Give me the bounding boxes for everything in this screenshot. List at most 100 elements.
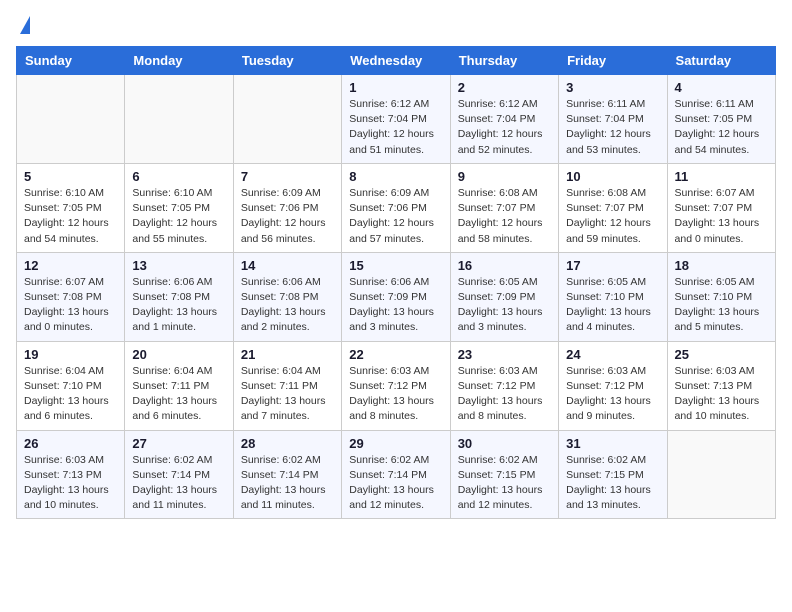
day-number: 21 [241, 347, 334, 362]
day-info: Sunrise: 6:06 AM Sunset: 7:08 PM Dayligh… [241, 275, 334, 336]
day-info: Sunrise: 6:02 AM Sunset: 7:15 PM Dayligh… [566, 453, 659, 514]
day-info: Sunrise: 6:10 AM Sunset: 7:05 PM Dayligh… [24, 186, 117, 247]
day-cell: 24 Sunrise: 6:03 AM Sunset: 7:12 PM Dayli… [559, 341, 667, 430]
day-number: 19 [24, 347, 117, 362]
weekday-header-friday: Friday [559, 47, 667, 75]
day-info: Sunrise: 6:10 AM Sunset: 7:05 PM Dayligh… [132, 186, 225, 247]
logo-arrow-icon [20, 16, 30, 34]
day-cell: 25Sunrise: 6:03 AM Sunset: 7:13 PM Dayli… [667, 341, 775, 430]
day-number: 22 [349, 347, 442, 362]
day-info: Sunrise: 6:07 AM Sunset: 7:07 PM Dayligh… [675, 186, 768, 247]
day-number: 23 [458, 347, 551, 362]
day-info: Sunrise: 6:03 AM Sunset: 7:12 PM Dayligh… [566, 364, 659, 425]
day-cell: 14 Sunrise: 6:06 AM Sunset: 7:08 PM Dayli… [233, 252, 341, 341]
day-info: Sunrise: 6:09 AM Sunset: 7:06 PM Dayligh… [349, 186, 442, 247]
day-number: 2 [458, 80, 551, 95]
day-number: 4 [675, 80, 768, 95]
day-number: 10 [566, 169, 659, 184]
day-cell: 29Sunrise: 6:02 AM Sunset: 7:14 PM Dayli… [342, 430, 450, 519]
week-row-3: 12 Sunrise: 6:07 AM Sunset: 7:08 PM Dayli… [17, 252, 776, 341]
day-cell [125, 75, 233, 164]
day-cell: 27 Sunrise: 6:02 AM Sunset: 7:14 PM Dayli… [125, 430, 233, 519]
weekday-header-thursday: Thursday [450, 47, 558, 75]
logo [16, 16, 30, 34]
day-number: 30 [458, 436, 551, 451]
day-info: Sunrise: 6:05 AM Sunset: 7:10 PM Dayligh… [675, 275, 768, 336]
day-info: Sunrise: 6:03 AM Sunset: 7:12 PM Dayligh… [349, 364, 442, 425]
week-row-5: 26 Sunrise: 6:03 AM Sunset: 7:13 PM Dayli… [17, 430, 776, 519]
week-row-1: 1 Sunrise: 6:12 AM Sunset: 7:04 PM Daylig… [17, 75, 776, 164]
day-cell: 8 Sunrise: 6:09 AM Sunset: 7:06 PM Daylig… [342, 163, 450, 252]
day-cell: 22 Sunrise: 6:03 AM Sunset: 7:12 PM Dayli… [342, 341, 450, 430]
day-cell: 1 Sunrise: 6:12 AM Sunset: 7:04 PM Daylig… [342, 75, 450, 164]
day-number: 16 [458, 258, 551, 273]
day-info: Sunrise: 6:09 AM Sunset: 7:06 PM Dayligh… [241, 186, 334, 247]
day-cell: 16 Sunrise: 6:05 AM Sunset: 7:09 PM Dayli… [450, 252, 558, 341]
day-cell: 23 Sunrise: 6:03 AM Sunset: 7:12 PM Dayli… [450, 341, 558, 430]
day-number: 18 [675, 258, 768, 273]
day-info: Sunrise: 6:02 AM Sunset: 7:15 PM Dayligh… [458, 453, 551, 514]
day-cell: 12 Sunrise: 6:07 AM Sunset: 7:08 PM Dayli… [17, 252, 125, 341]
day-number: 9 [458, 169, 551, 184]
day-cell: 20 Sunrise: 6:04 AM Sunset: 7:11 PM Dayli… [125, 341, 233, 430]
day-number: 27 [132, 436, 225, 451]
day-number: 5 [24, 169, 117, 184]
day-cell: 19 Sunrise: 6:04 AM Sunset: 7:10 PM Dayli… [17, 341, 125, 430]
day-number: 26 [24, 436, 117, 451]
day-number: 24 [566, 347, 659, 362]
day-cell: 2Sunrise: 6:12 AM Sunset: 7:04 PM Daylig… [450, 75, 558, 164]
weekday-header-saturday: Saturday [667, 47, 775, 75]
day-cell: 5 Sunrise: 6:10 AM Sunset: 7:05 PM Daylig… [17, 163, 125, 252]
weekday-header-wednesday: Wednesday [342, 47, 450, 75]
day-cell [17, 75, 125, 164]
day-info: Sunrise: 6:04 AM Sunset: 7:11 PM Dayligh… [241, 364, 334, 425]
day-cell: 11 Sunrise: 6:07 AM Sunset: 7:07 PM Dayli… [667, 163, 775, 252]
weekday-header-monday: Monday [125, 47, 233, 75]
day-info: Sunrise: 6:03 AM Sunset: 7:13 PM Dayligh… [24, 453, 117, 514]
day-info: Sunrise: 6:05 AM Sunset: 7:10 PM Dayligh… [566, 275, 659, 336]
day-info: Sunrise: 6:05 AM Sunset: 7:09 PM Dayligh… [458, 275, 551, 336]
day-cell: 3 Sunrise: 6:11 AM Sunset: 7:04 PM Daylig… [559, 75, 667, 164]
day-number: 31 [566, 436, 659, 451]
day-number: 17 [566, 258, 659, 273]
day-number: 29 [349, 436, 442, 451]
header [16, 16, 776, 34]
day-cell: 13Sunrise: 6:06 AM Sunset: 7:08 PM Dayli… [125, 252, 233, 341]
day-info: Sunrise: 6:08 AM Sunset: 7:07 PM Dayligh… [566, 186, 659, 247]
day-number: 15 [349, 258, 442, 273]
day-number: 11 [675, 169, 768, 184]
day-number: 28 [241, 436, 334, 451]
day-number: 1 [349, 80, 442, 95]
day-info: Sunrise: 6:11 AM Sunset: 7:05 PM Dayligh… [675, 97, 768, 158]
day-number: 12 [24, 258, 117, 273]
day-cell: 21 Sunrise: 6:04 AM Sunset: 7:11 PM Dayli… [233, 341, 341, 430]
day-info: Sunrise: 6:03 AM Sunset: 7:12 PM Dayligh… [458, 364, 551, 425]
day-cell: 31 Sunrise: 6:02 AM Sunset: 7:15 PM Dayli… [559, 430, 667, 519]
day-cell: 4 Sunrise: 6:11 AM Sunset: 7:05 PM Daylig… [667, 75, 775, 164]
day-number: 13 [132, 258, 225, 273]
day-info: Sunrise: 6:11 AM Sunset: 7:04 PM Dayligh… [566, 97, 659, 158]
day-info: Sunrise: 6:04 AM Sunset: 7:10 PM Dayligh… [24, 364, 117, 425]
day-cell: 9Sunrise: 6:08 AM Sunset: 7:07 PM Daylig… [450, 163, 558, 252]
day-cell: 10 Sunrise: 6:08 AM Sunset: 7:07 PM Dayli… [559, 163, 667, 252]
day-number: 6 [132, 169, 225, 184]
day-cell: 26 Sunrise: 6:03 AM Sunset: 7:13 PM Dayli… [17, 430, 125, 519]
day-info: Sunrise: 6:07 AM Sunset: 7:08 PM Dayligh… [24, 275, 117, 336]
day-number: 3 [566, 80, 659, 95]
day-number: 14 [241, 258, 334, 273]
weekday-header-sunday: Sunday [17, 47, 125, 75]
day-cell: 17 Sunrise: 6:05 AM Sunset: 7:10 PM Dayli… [559, 252, 667, 341]
day-info: Sunrise: 6:12 AM Sunset: 7:04 PM Dayligh… [349, 97, 442, 158]
day-cell [233, 75, 341, 164]
day-cell: 18 Sunrise: 6:05 AM Sunset: 7:10 PM Dayli… [667, 252, 775, 341]
day-number: 20 [132, 347, 225, 362]
day-cell: 7Sunrise: 6:09 AM Sunset: 7:06 PM Daylig… [233, 163, 341, 252]
day-cell: 15Sunrise: 6:06 AM Sunset: 7:09 PM Dayli… [342, 252, 450, 341]
day-number: 25 [675, 347, 768, 362]
day-info: Sunrise: 6:04 AM Sunset: 7:11 PM Dayligh… [132, 364, 225, 425]
day-cell [667, 430, 775, 519]
day-info: Sunrise: 6:02 AM Sunset: 7:14 PM Dayligh… [132, 453, 225, 514]
day-number: 8 [349, 169, 442, 184]
calendar: SundayMondayTuesdayWednesdayThursdayFrid… [16, 46, 776, 519]
week-row-4: 19 Sunrise: 6:04 AM Sunset: 7:10 PM Dayli… [17, 341, 776, 430]
